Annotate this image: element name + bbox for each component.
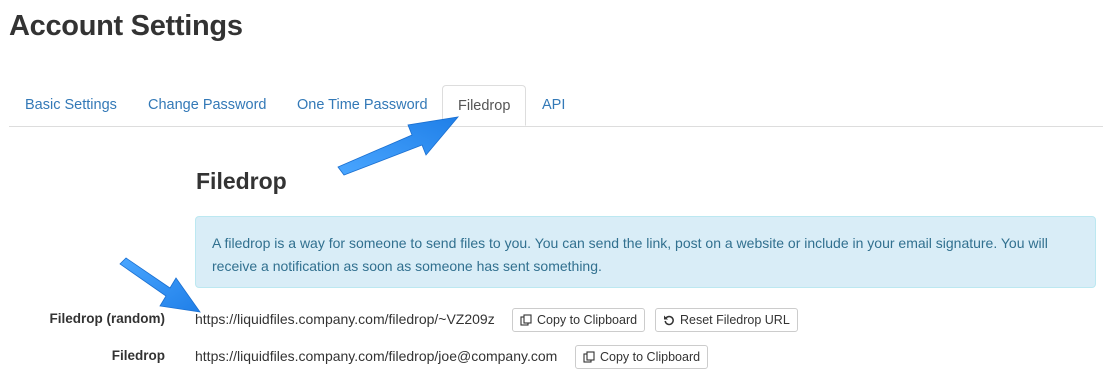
page-title: Account Settings — [9, 10, 243, 42]
section-title: Filedrop — [196, 168, 287, 194]
copy-filedrop-url-button[interactable]: Copy to Clipboard — [575, 345, 709, 369]
filedrop-url: https://liquidfiles.company.com/filedrop… — [195, 348, 558, 364]
copy-icon — [583, 351, 595, 363]
filedrop-random-url: https://liquidfiles.company.com/filedrop… — [195, 311, 495, 327]
copy-random-url-button[interactable]: Copy to Clipboard — [512, 308, 646, 332]
copy-icon — [520, 314, 532, 326]
tab-api[interactable]: API — [542, 85, 565, 125]
reset-icon — [663, 314, 675, 326]
reset-filedrop-url-button[interactable]: Reset Filedrop URL — [655, 308, 798, 332]
annotation-arrow — [337, 116, 459, 176]
tab-change-password[interactable]: Change Password — [148, 85, 267, 125]
copy-button-label: Copy to Clipboard — [537, 313, 638, 327]
info-alert: A filedrop is a way for someone to send … — [195, 216, 1096, 288]
settings-tabs: Basic Settings Change Password One Time … — [9, 85, 1103, 127]
filedrop-label: Filedrop — [111, 348, 165, 363]
reset-button-label: Reset Filedrop URL — [680, 313, 790, 327]
tab-basic-settings[interactable]: Basic Settings — [25, 85, 117, 125]
copy-button-label: Copy to Clipboard — [600, 350, 701, 364]
info-text: A filedrop is a way for someone to send … — [212, 235, 1048, 274]
annotation-arrow — [119, 257, 201, 313]
